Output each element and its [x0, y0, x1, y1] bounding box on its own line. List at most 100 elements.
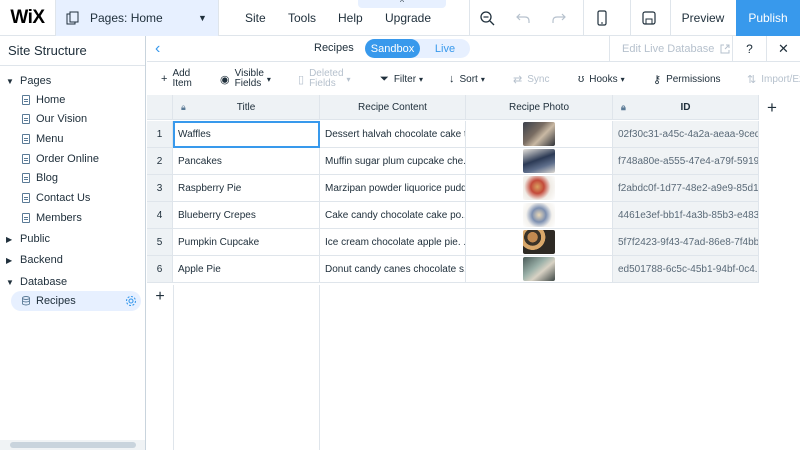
sidebar-item-order-online[interactable]: Order Online: [0, 149, 145, 169]
cell-recipe-photo[interactable]: [466, 148, 613, 175]
add-item-label-line2: Item: [172, 78, 192, 89]
cell-id-text: ed501788-6c5c-45b1-94bf-0c4...: [618, 263, 759, 275]
cell-recipe-content[interactable]: Marzipan powder liquorice pudd...: [320, 175, 466, 202]
collapse-toggle[interactable]: ^: [358, 0, 446, 8]
cell-title-text: Apple Pie: [178, 263, 221, 275]
cell-id[interactable]: f748a80e-a555-47e4-a79f-5919...: [613, 148, 759, 175]
column-header-label: Recipe Photo: [508, 101, 570, 113]
cell-title[interactable]: Pumpkin Cupcake: [173, 229, 320, 256]
cell-title-text: Raspberry Pie: [178, 182, 242, 194]
deleted-fields-button[interactable]: ▯ Deleted Fields ▾: [298, 63, 351, 95]
cell-recipe-content[interactable]: Donut candy canes chocolate s...: [320, 256, 466, 283]
cell-title[interactable]: Pancakes: [173, 148, 320, 175]
cell-id[interactable]: 02f30c31-a45c-4a2a-aeaa-9ced...: [613, 121, 759, 148]
save-icon[interactable]: [631, 0, 667, 36]
page-icon: [22, 173, 30, 183]
cell-title-text: Blueberry Crepes: [178, 209, 256, 221]
visible-fields-button[interactable]: ◉ Visible Fields ▾: [220, 63, 271, 95]
deleted-fields-label: Deleted Fields: [309, 69, 343, 89]
import-export-label: Import/Ex: [761, 73, 800, 85]
tree-group-pages[interactable]: ▼ Pages: [0, 71, 145, 91]
sidebar-item-members[interactable]: Members: [0, 208, 145, 228]
cell-recipe-content[interactable]: Cake candy chocolate cake po...: [320, 202, 466, 229]
import-export-icon: ⇅: [747, 73, 757, 86]
chevron-down-icon: ▼: [198, 12, 207, 23]
cell-title-text: Pancakes: [178, 155, 222, 167]
menu-tools[interactable]: Tools: [288, 0, 316, 36]
mobile-icon[interactable]: [584, 0, 620, 36]
cell-recipe-content[interactable]: Ice cream chocolate apple pie. ...: [320, 229, 466, 256]
wix-logo[interactable]: WiX: [0, 0, 56, 36]
deleted-fields-line2: Fields: [309, 78, 336, 89]
page-icon: [22, 193, 30, 203]
back-arrow-icon[interactable]: ‹: [155, 40, 160, 58]
add-item-button[interactable]: + Add Item: [161, 63, 192, 95]
preview-button[interactable]: Preview: [670, 0, 736, 36]
row-number-text: 4: [156, 209, 163, 221]
sidebar-item-our-vision[interactable]: Our Vision: [0, 109, 145, 129]
filter-button[interactable]: ⏷ Filter ▾: [380, 63, 423, 95]
site-structure-title: Site Structure: [0, 36, 145, 66]
publish-button[interactable]: Publish: [736, 0, 800, 36]
cell-recipe-photo[interactable]: [466, 229, 613, 256]
gear-icon[interactable]: [125, 295, 137, 307]
edit-live-database-button[interactable]: Edit Live Database: [609, 36, 732, 62]
cell-recipe-content[interactable]: Muffin sugar plum cupcake che...: [320, 148, 466, 175]
cell-recipe-content-text: Donut candy canes chocolate s...: [325, 263, 466, 275]
cell-id[interactable]: 5f7f2423-9f43-47ad-86e8-7f4bb...: [613, 229, 759, 256]
sidebar-item-recipes[interactable]: Recipes: [0, 291, 145, 311]
permissions-button[interactable]: ⚷ Permissions: [653, 63, 721, 95]
chevron-down-icon: ▾: [266, 74, 271, 84]
column-header-id[interactable]: 🔒︎ ID: [613, 95, 759, 120]
cell-recipe-photo[interactable]: [466, 175, 613, 202]
collection-name: Recipes: [314, 42, 354, 54]
row-number: 6: [147, 256, 173, 283]
pages-dropdown[interactable]: Pages: Home ▼: [56, 0, 219, 36]
hooks-button[interactable]: ʊ Hooks ▾: [578, 63, 625, 95]
sidebar-item-home[interactable]: Home: [0, 90, 145, 110]
close-button[interactable]: ✕: [766, 36, 800, 62]
add-row-button[interactable]: +: [147, 285, 173, 309]
sync-icon: ⇄: [513, 73, 523, 86]
sidebar-item-blog[interactable]: Blog: [0, 168, 145, 188]
tree-group-public[interactable]: ▶ Public: [0, 229, 145, 249]
filter-icon: ⏷: [380, 72, 389, 85]
cell-title[interactable]: Raspberry Pie: [173, 175, 320, 202]
sidebar-item-contact-us[interactable]: Contact Us: [0, 188, 145, 208]
sidebar-item-menu[interactable]: Menu: [0, 129, 145, 149]
tree-group-database[interactable]: ▼ Database: [0, 272, 145, 292]
column-header-title[interactable]: 🔒︎ Title: [173, 95, 320, 120]
cell-id[interactable]: ed501788-6c5c-45b1-94bf-0c4...: [613, 256, 759, 283]
column-header-recipe-photo[interactable]: Recipe Photo: [466, 95, 613, 120]
live-option[interactable]: Live: [423, 39, 467, 58]
cell-recipe-photo[interactable]: [466, 202, 613, 229]
sandbox-option[interactable]: Sandbox: [365, 39, 420, 58]
column-header-recipe-content[interactable]: Recipe Content: [320, 95, 466, 120]
help-button[interactable]: ?: [732, 36, 766, 62]
trash-icon: ▯: [298, 73, 305, 86]
cell-title[interactable]: Blueberry Crepes: [173, 202, 320, 229]
sidebar-item-label: Blog: [36, 172, 59, 184]
redo-icon[interactable]: [541, 0, 577, 36]
scrollbar-thumb[interactable]: [10, 442, 136, 448]
sidebar-horizontal-scrollbar[interactable]: [0, 440, 145, 450]
cell-title[interactable]: Waffles: [173, 121, 320, 148]
add-column-button[interactable]: +: [758, 95, 786, 120]
sandbox-live-toggle[interactable]: Sandbox Live: [365, 39, 470, 58]
sidebar-item-label: Members: [36, 212, 82, 224]
sync-button[interactable]: ⇄ Sync: [513, 63, 549, 95]
sort-button[interactable]: ↓ Sort ▾: [449, 63, 485, 95]
undo-icon[interactable]: [505, 0, 541, 36]
menu-site[interactable]: Site: [245, 0, 266, 36]
zoom-icon[interactable]: [469, 0, 505, 36]
import-export-button[interactable]: ⇅ Import/Ex: [747, 63, 800, 95]
tree-group-backend[interactable]: ▶ Backend: [0, 250, 145, 270]
cell-recipe-photo[interactable]: [466, 256, 613, 283]
cell-id[interactable]: f2abdc0f-1d77-48e2-a9e9-85d1...: [613, 175, 759, 202]
chevron-down-icon: ▾: [346, 74, 351, 84]
cell-id[interactable]: 4461e3ef-bb1f-4a3b-85b3-e483...: [613, 202, 759, 229]
cell-title[interactable]: Apple Pie: [173, 256, 320, 283]
cell-recipe-content[interactable]: Dessert halvah chocolate cake t...: [320, 121, 466, 148]
hooks-label: Hooks: [589, 73, 618, 85]
cell-recipe-photo[interactable]: [466, 121, 613, 148]
